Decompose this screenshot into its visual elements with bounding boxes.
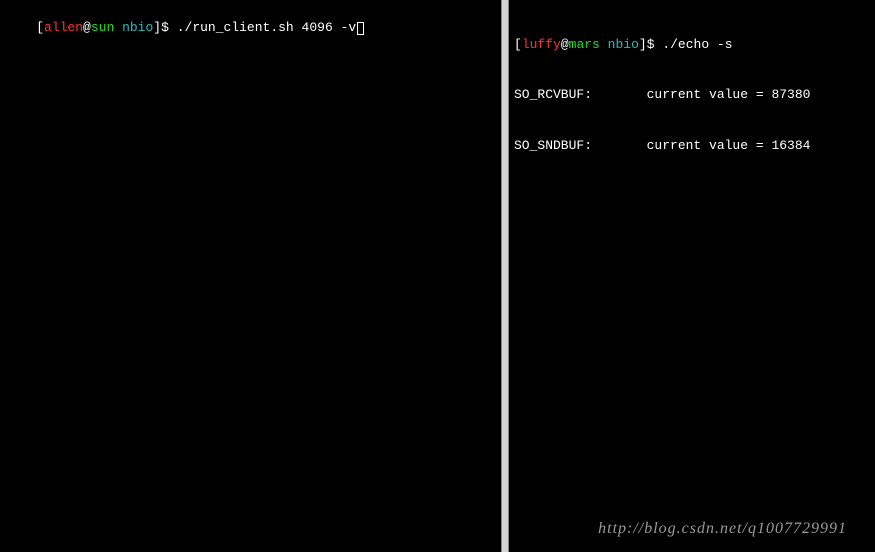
bracket-open: [	[514, 37, 522, 52]
prompt-left: [allen@sun nbio]$ ./run_client.sh 4096 -…	[36, 20, 364, 35]
prompt-dollar: $	[161, 20, 177, 35]
terminal-left[interactable]: [allen@sun nbio]$ ./run_client.sh 4096 -…	[0, 0, 502, 552]
terminal-right[interactable]: [luffy@mars nbio]$ ./echo -s SO_RCVBUF: …	[508, 0, 875, 552]
output-line: SO_RCVBUF: current value = 87380	[514, 87, 870, 104]
cursor-icon	[357, 22, 364, 35]
prompt-at: @	[83, 20, 91, 35]
prompt-host: mars	[569, 37, 600, 52]
prompt-user: luffy	[522, 37, 561, 52]
bracket-close: ]	[639, 37, 647, 52]
prompt-host: sun	[91, 20, 114, 35]
output-line: SO_SNDBUF: current value = 16384	[514, 138, 870, 155]
command-text: ./echo -s	[662, 37, 732, 52]
bracket-close: ]	[153, 20, 161, 35]
prompt-line-right: [luffy@mars nbio]$ ./echo -s	[514, 37, 870, 54]
bracket-open: [	[36, 20, 44, 35]
split-terminal-container: [allen@sun nbio]$ ./run_client.sh 4096 -…	[0, 0, 875, 552]
prompt-user: allen	[44, 20, 83, 35]
prompt-at: @	[561, 37, 569, 52]
prompt-dir: nbio	[608, 37, 639, 52]
prompt-dollar: $	[647, 37, 663, 52]
prompt-dir: nbio	[122, 20, 153, 35]
command-text: ./run_client.sh 4096 -v	[177, 20, 356, 35]
